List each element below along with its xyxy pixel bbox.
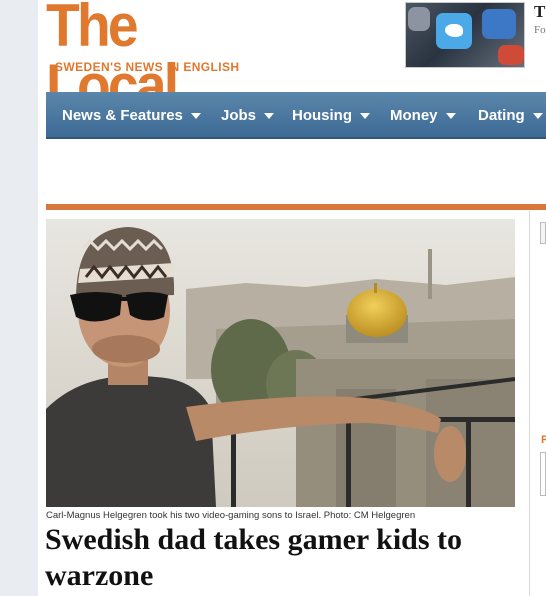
article-photo[interactable]: [46, 219, 515, 507]
photo-caption: Carl-Magnus Helgegren took his two video…: [46, 510, 416, 521]
promo-banner-image[interactable]: [405, 2, 525, 68]
nav-item-dating[interactable]: Dating: [478, 92, 543, 139]
nav-item-label: Money: [390, 107, 438, 124]
sidebar-heading-fragment: R: [541, 434, 546, 446]
chevron-down-icon: [532, 113, 543, 120]
nav-item-label: Dating: [478, 107, 525, 124]
nav-item-news-features[interactable]: News & Features: [62, 92, 201, 139]
sidebar-widget[interactable]: [540, 452, 546, 496]
twitter-app-icon: [436, 13, 472, 49]
promo-title-fragment: T: [534, 2, 546, 21]
article-photo-illustration: [46, 219, 515, 507]
chevron-down-icon: [190, 113, 201, 120]
nav-item-label: News & Features: [62, 107, 183, 124]
nav-item-housing[interactable]: Housing: [292, 92, 370, 139]
nav-item-label: Housing: [292, 107, 352, 124]
article-headline[interactable]: Swedish dad takes gamer kids to warzone: [45, 522, 515, 594]
sidebar-column: [529, 211, 546, 596]
section-divider: [46, 204, 546, 210]
page: The Local SWEDEN'S NEWS IN ENGLISH T Fo …: [38, 0, 546, 596]
nav-item-jobs[interactable]: Jobs: [221, 92, 275, 139]
app-icon: [498, 45, 524, 65]
nav-item-label: Jobs: [221, 107, 257, 124]
main-nav: News & Features Jobs Housing Money Datin…: [46, 92, 546, 139]
nav-item-money[interactable]: Money: [390, 92, 456, 139]
sidebar-widget[interactable]: [540, 222, 546, 244]
promo-text[interactable]: T Fo: [534, 2, 546, 36]
app-icon: [408, 7, 430, 31]
chevron-down-icon: [264, 113, 275, 120]
chevron-down-icon: [445, 113, 456, 120]
promo-sub-fragment: Fo: [534, 24, 546, 36]
logo-tagline: SWEDEN'S NEWS IN ENGLISH: [55, 60, 240, 74]
app-icon: [482, 9, 516, 39]
chevron-down-icon: [360, 113, 370, 120]
site-logo[interactable]: The Local SWEDEN'S NEWS IN ENGLISH: [46, 0, 276, 116]
